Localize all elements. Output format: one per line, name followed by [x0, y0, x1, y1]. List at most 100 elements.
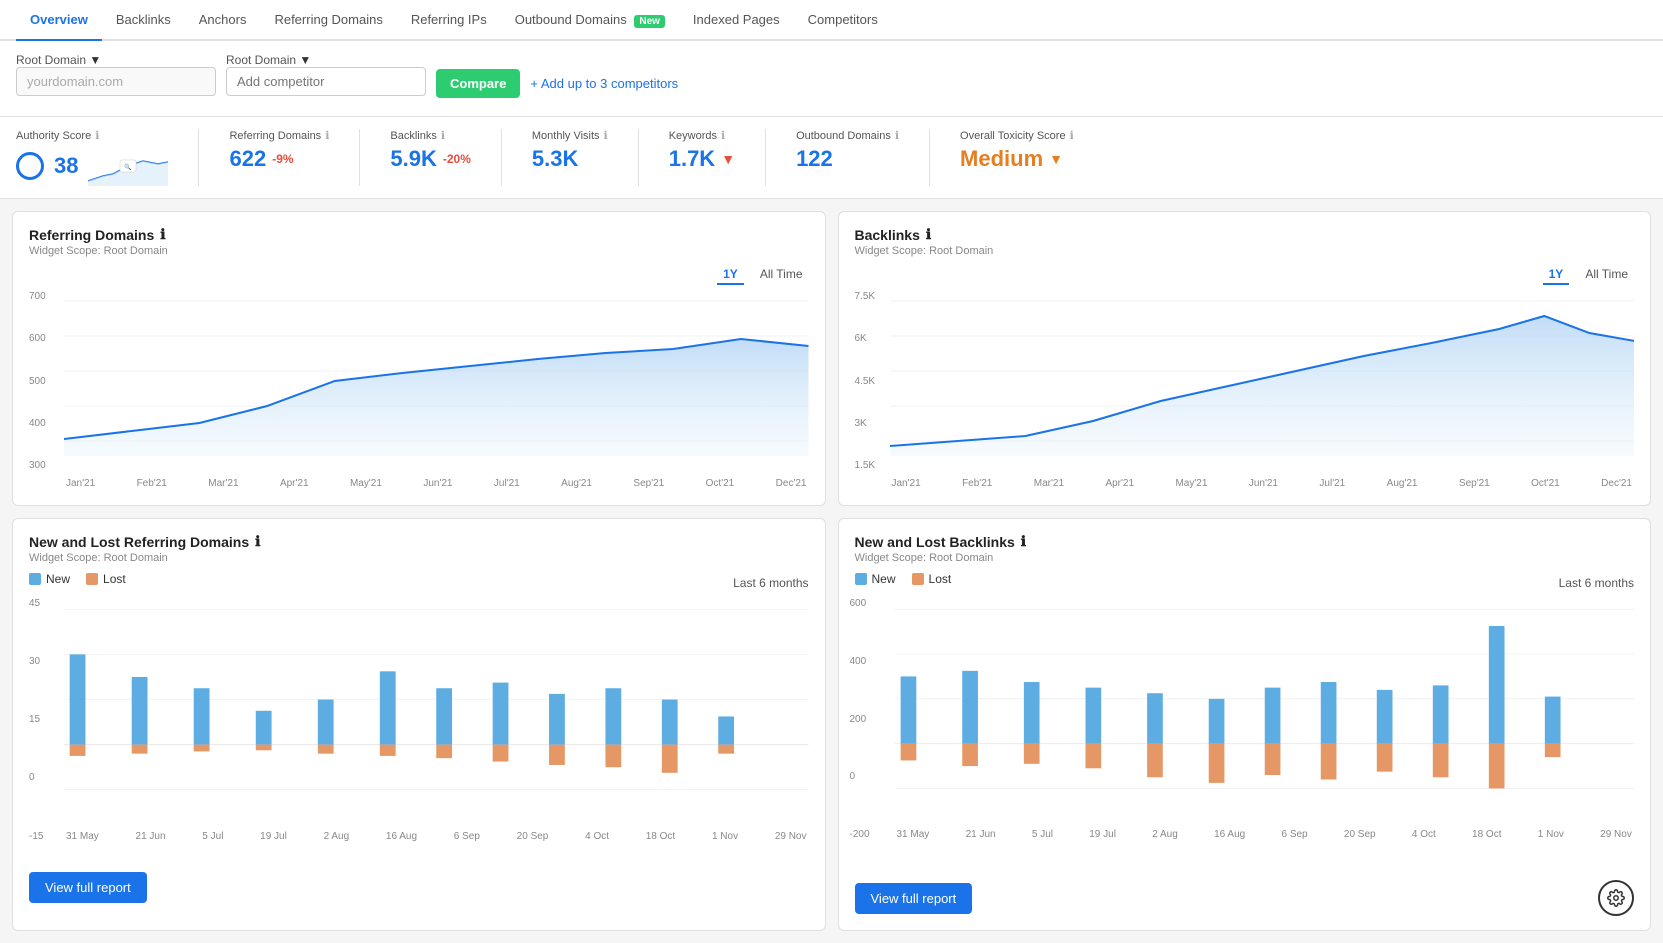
- gear-icon: [1607, 889, 1625, 907]
- referring-domains-chart-card: Referring Domains ℹ Widget Scope: Root D…: [12, 211, 826, 506]
- toxicity-chevron-icon: ▼: [1049, 151, 1063, 167]
- add-competitor-link[interactable]: Add up to 3 competitors: [530, 76, 678, 91]
- tab-outbound-domains[interactable]: Outbound Domains New: [501, 0, 679, 41]
- tab-referring-ips[interactable]: Referring IPs: [397, 0, 501, 41]
- authority-value: 38: [54, 153, 78, 179]
- keywords-arrow: ▼: [721, 151, 735, 167]
- metric-referring-domains: Referring Domains ℹ 622 -9%: [229, 129, 329, 172]
- metric-toxicity-score: Overall Toxicity Score ℹ Medium ▼: [960, 129, 1074, 172]
- keywords-info-icon[interactable]: ℹ: [721, 129, 725, 142]
- divider-3: [501, 129, 502, 186]
- metrics-row: Authority Score ℹ 38 🔍 Referring Domains…: [0, 117, 1663, 199]
- toxicity-value[interactable]: Medium ▼: [960, 146, 1074, 172]
- top-bar: Root Domain ▼ Root Domain ▼ Compare Add …: [0, 41, 1663, 117]
- ref-domains-period-1y[interactable]: 1Y: [717, 265, 744, 285]
- referring-domains-chart-title: Referring Domains ℹ: [29, 226, 809, 243]
- new-lost-backlinks-y-labels: 600 400 200 0 -200: [850, 598, 870, 840]
- outbound-info-icon[interactable]: ℹ: [895, 129, 899, 142]
- new-lost-backlinks-legend: New Lost: [855, 572, 952, 586]
- referring-domains-chart-area: Jan'21 Feb'21 Mar'21 Apr'21 May'21 Jun'2…: [64, 291, 809, 471]
- backlinks-chart-subtitle: Widget Scope: Root Domain: [855, 245, 1635, 257]
- svg-text:🔍: 🔍: [125, 163, 133, 171]
- ref-domains-value: 622 -9%: [229, 146, 329, 172]
- backlinks-chart-title: Backlinks ℹ: [855, 226, 1635, 243]
- charts-grid: Referring Domains ℹ Widget Scope: Root D…: [0, 199, 1663, 943]
- tab-competitors[interactable]: Competitors: [794, 0, 892, 41]
- new-lost-domains-legend-row: New Lost Last 6 months: [29, 572, 809, 594]
- new-lost-domains-y-labels: 45 30 15 0 -15: [29, 598, 43, 842]
- metric-keywords: Keywords ℹ 1.7K ▼: [669, 129, 735, 172]
- new-lost-domains-svg: [64, 598, 809, 824]
- tab-overview[interactable]: Overview: [16, 0, 102, 41]
- tab-backlinks[interactable]: Backlinks: [102, 0, 185, 41]
- new-lost-backlinks-subtitle: Widget Scope: Root Domain: [855, 552, 1635, 564]
- ref-domains-period-alltime[interactable]: All Time: [754, 265, 809, 285]
- divider-6: [929, 129, 930, 186]
- domain-label-2[interactable]: Root Domain ▼: [226, 53, 426, 67]
- domain-label-1[interactable]: Root Domain ▼: [16, 53, 216, 67]
- metric-outbound-domains: Outbound Domains ℹ 122: [796, 129, 899, 172]
- view-report-domains-button[interactable]: View full report: [29, 872, 147, 903]
- metric-authority-score: Authority Score ℹ 38 🔍: [16, 129, 168, 186]
- referring-domains-chart-subtitle: Widget Scope: Root Domain: [29, 245, 809, 257]
- backlinks-period-alltime[interactable]: All Time: [1579, 265, 1634, 285]
- tab-anchors[interactable]: Anchors: [185, 0, 261, 41]
- backlinks-period-controls: 1Y All Time: [855, 265, 1635, 285]
- legend-lost-box: [86, 573, 98, 585]
- ref-domains-info-icon[interactable]: ℹ: [325, 129, 329, 142]
- new-lost-backlinks-chart-wrap: 600 400 200 0 -200: [855, 598, 1635, 860]
- referring-domains-period-controls: 1Y All Time: [29, 265, 809, 285]
- backlinks-change: -20%: [443, 152, 471, 166]
- ref-domains-chart-info[interactable]: ℹ: [160, 226, 165, 243]
- new-lost-backlinks-period: Last 6 months: [1559, 576, 1634, 590]
- legend-new-backlinks[interactable]: New: [855, 572, 896, 586]
- backlinks-period-1y[interactable]: 1Y: [1543, 265, 1570, 285]
- new-lost-backlinks-legend-row: New Lost Last 6 months: [855, 572, 1635, 594]
- divider-5: [765, 129, 766, 186]
- metric-monthly-visits: Monthly Visits ℹ 5.3K: [532, 129, 608, 172]
- metric-backlinks: Backlinks ℹ 5.9K -20%: [390, 129, 471, 172]
- legend-lost-domains[interactable]: Lost: [86, 572, 126, 586]
- new-lost-backlinks-svg: [895, 598, 1635, 822]
- legend-new-domains[interactable]: New: [29, 572, 70, 586]
- backlinks-chart-info[interactable]: ℹ: [926, 226, 931, 243]
- authority-mini-chart: 🔍: [88, 146, 168, 186]
- competitor-input[interactable]: [226, 67, 426, 96]
- divider-4: [638, 129, 639, 186]
- tab-indexed-pages[interactable]: Indexed Pages: [679, 0, 794, 41]
- monthly-visits-value: 5.3K: [532, 146, 608, 172]
- backlinks-chart-wrap: 7.5K 6K 4.5K 3K 1.5K: [855, 291, 1635, 491]
- ref-domains-x-labels: Jan'21 Feb'21 Mar'21 Apr'21 May'21 Jun'2…: [64, 478, 809, 489]
- legend-new-box: [29, 573, 41, 585]
- view-report-backlinks-button[interactable]: View full report: [855, 883, 973, 914]
- new-lost-domains-period: Last 6 months: [733, 576, 808, 590]
- backlinks-info-icon[interactable]: ℹ: [441, 129, 445, 142]
- keywords-value: 1.7K ▼: [669, 146, 735, 172]
- new-lost-domains-title: New and Lost Referring Domains ℹ: [29, 533, 809, 550]
- visits-info-icon[interactable]: ℹ: [604, 129, 608, 142]
- outbound-value: 122: [796, 146, 899, 172]
- authority-info-icon[interactable]: ℹ: [95, 129, 99, 142]
- ref-domains-change: -9%: [272, 152, 293, 166]
- backlinks-x-labels: Jan'21 Feb'21 Mar'21 Apr'21 May'21 Jun'2…: [890, 478, 1635, 489]
- legend-new-bl-box: [855, 573, 867, 585]
- new-lost-backlinks-info[interactable]: ℹ: [1021, 533, 1026, 550]
- gear-button[interactable]: [1598, 880, 1634, 916]
- backlinks-chart-area: Jan'21 Feb'21 Mar'21 Apr'21 May'21 Jun'2…: [890, 291, 1635, 471]
- divider-1: [198, 129, 199, 186]
- new-lost-backlinks-title: New and Lost Backlinks ℹ: [855, 533, 1635, 550]
- new-lost-domains-x-labels: 31 May 21 Jun 5 Jul 19 Jul 2 Aug 16 Aug …: [64, 831, 809, 842]
- backlinks-y-labels: 7.5K 6K 4.5K 3K 1.5K: [855, 291, 876, 471]
- legend-lost-backlinks[interactable]: Lost: [912, 572, 952, 586]
- compare-button[interactable]: Compare: [436, 69, 520, 98]
- nav-tabs: Overview Backlinks Anchors Referring Dom…: [0, 0, 1663, 41]
- toxicity-info-icon[interactable]: ℹ: [1070, 129, 1074, 142]
- domain-input[interactable]: [16, 67, 216, 96]
- new-lost-backlinks-x-labels: 31 May 21 Jun 5 Jul 19 Jul 2 Aug 16 Aug …: [895, 829, 1635, 840]
- tab-referring-domains[interactable]: Referring Domains: [260, 0, 396, 41]
- new-lost-domains-info[interactable]: ℹ: [255, 533, 260, 550]
- new-lost-domains-chart-wrap: 45 30 15 0 -15: [29, 598, 809, 862]
- new-lost-domains-subtitle: Widget Scope: Root Domain: [29, 552, 809, 564]
- backlinks-svg: [890, 291, 1635, 471]
- new-badge: New: [634, 15, 665, 28]
